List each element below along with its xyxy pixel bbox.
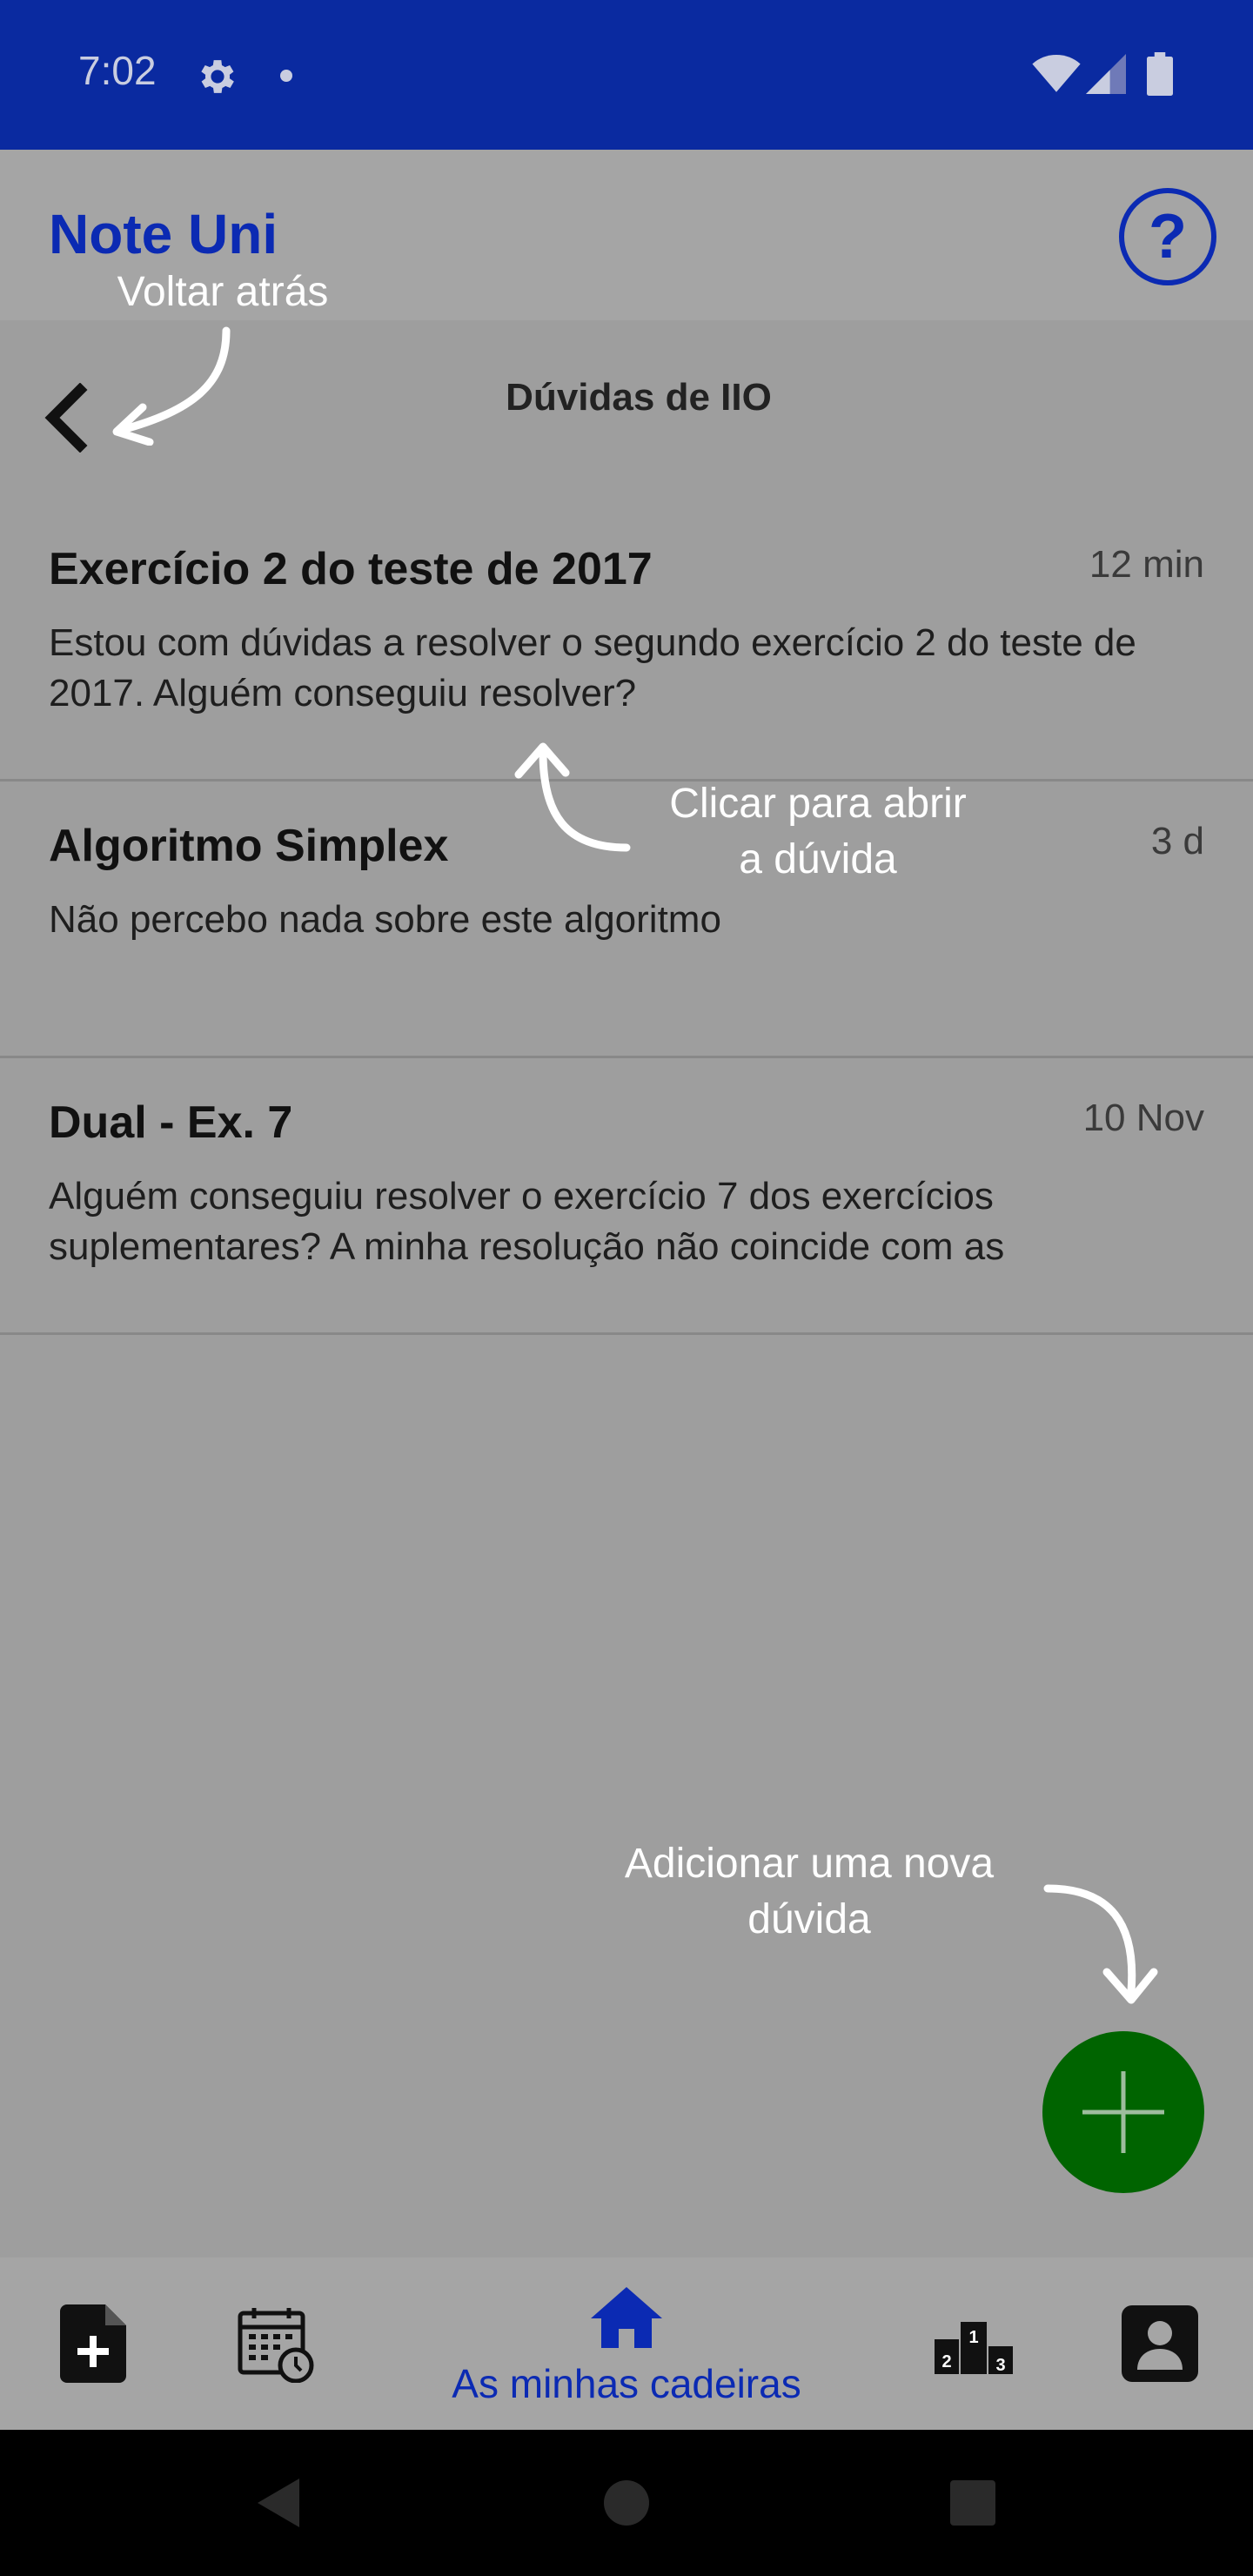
nav-add-document[interactable] xyxy=(45,2257,141,2430)
nav-calendar[interactable] xyxy=(228,2257,324,2430)
question-time: 10 Nov xyxy=(1082,1097,1204,1139)
add-question-button[interactable] xyxy=(1042,2031,1204,2193)
status-time: 7:02 xyxy=(78,48,157,93)
hint-open-line1: Clicar para abrir xyxy=(669,781,967,827)
hint-open: Clicar para abrir a dúvida xyxy=(626,776,1009,888)
podium-first: 1 xyxy=(968,2328,978,2347)
podium-icon: 2 1 3 xyxy=(935,2322,1013,2374)
question-time: 12 min xyxy=(1089,543,1204,586)
nav-ranking[interactable]: 2 1 3 xyxy=(926,2257,1022,2430)
triangle-back-icon xyxy=(258,2479,299,2527)
add-document-icon xyxy=(60,2304,126,2383)
home-icon xyxy=(591,2287,662,2348)
square-recents-icon xyxy=(950,2480,995,2526)
question-title: Exercício 2 do teste de 2017 xyxy=(49,544,653,594)
nav-home-label[interactable]: As minhas cadeiras xyxy=(383,2360,870,2407)
question-title: Dual - Ex. 7 xyxy=(49,1097,293,1148)
help-icon: ? xyxy=(1149,202,1187,272)
question-body: Estou com dúvidas a resolver o segundo e… xyxy=(49,621,1136,714)
system-home-button[interactable] xyxy=(583,2430,670,2576)
question-time: 3 d xyxy=(1150,820,1204,862)
arrow-add-hint-icon xyxy=(1043,1884,1158,2004)
help-button[interactable]: ? xyxy=(1119,188,1216,285)
bottom-nav: As minhas cadeiras 2 1 3 xyxy=(0,2257,1253,2430)
hint-open-line2: a dúvida xyxy=(739,836,897,882)
nav-home[interactable] xyxy=(583,2270,670,2365)
wifi-icon xyxy=(1032,54,1081,92)
gear-icon xyxy=(201,60,234,93)
question-item[interactable]: Dual - Ex. 7 10 Nov Alguém conseguiu res… xyxy=(0,1058,1253,1335)
hint-add: Adicionar uma nova dúvida xyxy=(574,1836,1044,1948)
podium-second: 2 xyxy=(941,2352,951,2371)
question-body: Não percebo nada sobre este algoritmo xyxy=(49,898,721,941)
hint-back: Voltar atrás xyxy=(117,269,329,315)
calendar-clock-icon xyxy=(238,2308,314,2383)
circle-home-icon xyxy=(604,2480,649,2526)
system-back-button[interactable] xyxy=(235,2430,322,2576)
arrow-open-hint-icon xyxy=(514,742,631,852)
nav-profile[interactable] xyxy=(1112,2257,1208,2430)
profile-icon xyxy=(1122,2305,1198,2382)
status-bar: 7:02 xyxy=(0,0,1253,150)
hint-add-line1: Adicionar uma nova xyxy=(624,1841,995,1887)
plus-icon xyxy=(1082,2071,1164,2153)
notification-dot-icon xyxy=(280,70,292,82)
question-title: Algoritmo Simplex xyxy=(49,821,449,871)
signal-icon xyxy=(1086,54,1126,94)
system-recents-button[interactable] xyxy=(929,2430,1016,2576)
system-nav-bar xyxy=(0,2430,1253,2576)
podium-third: 3 xyxy=(995,2356,1005,2374)
arrow-back-hint-icon xyxy=(112,326,231,446)
app-title: Note Uni xyxy=(49,203,278,265)
battery-icon xyxy=(1147,52,1173,96)
hint-add-line2: dúvida xyxy=(747,1896,871,1942)
question-body: Alguém conseguiu resolver o exercício 7 … xyxy=(49,1175,1005,1268)
